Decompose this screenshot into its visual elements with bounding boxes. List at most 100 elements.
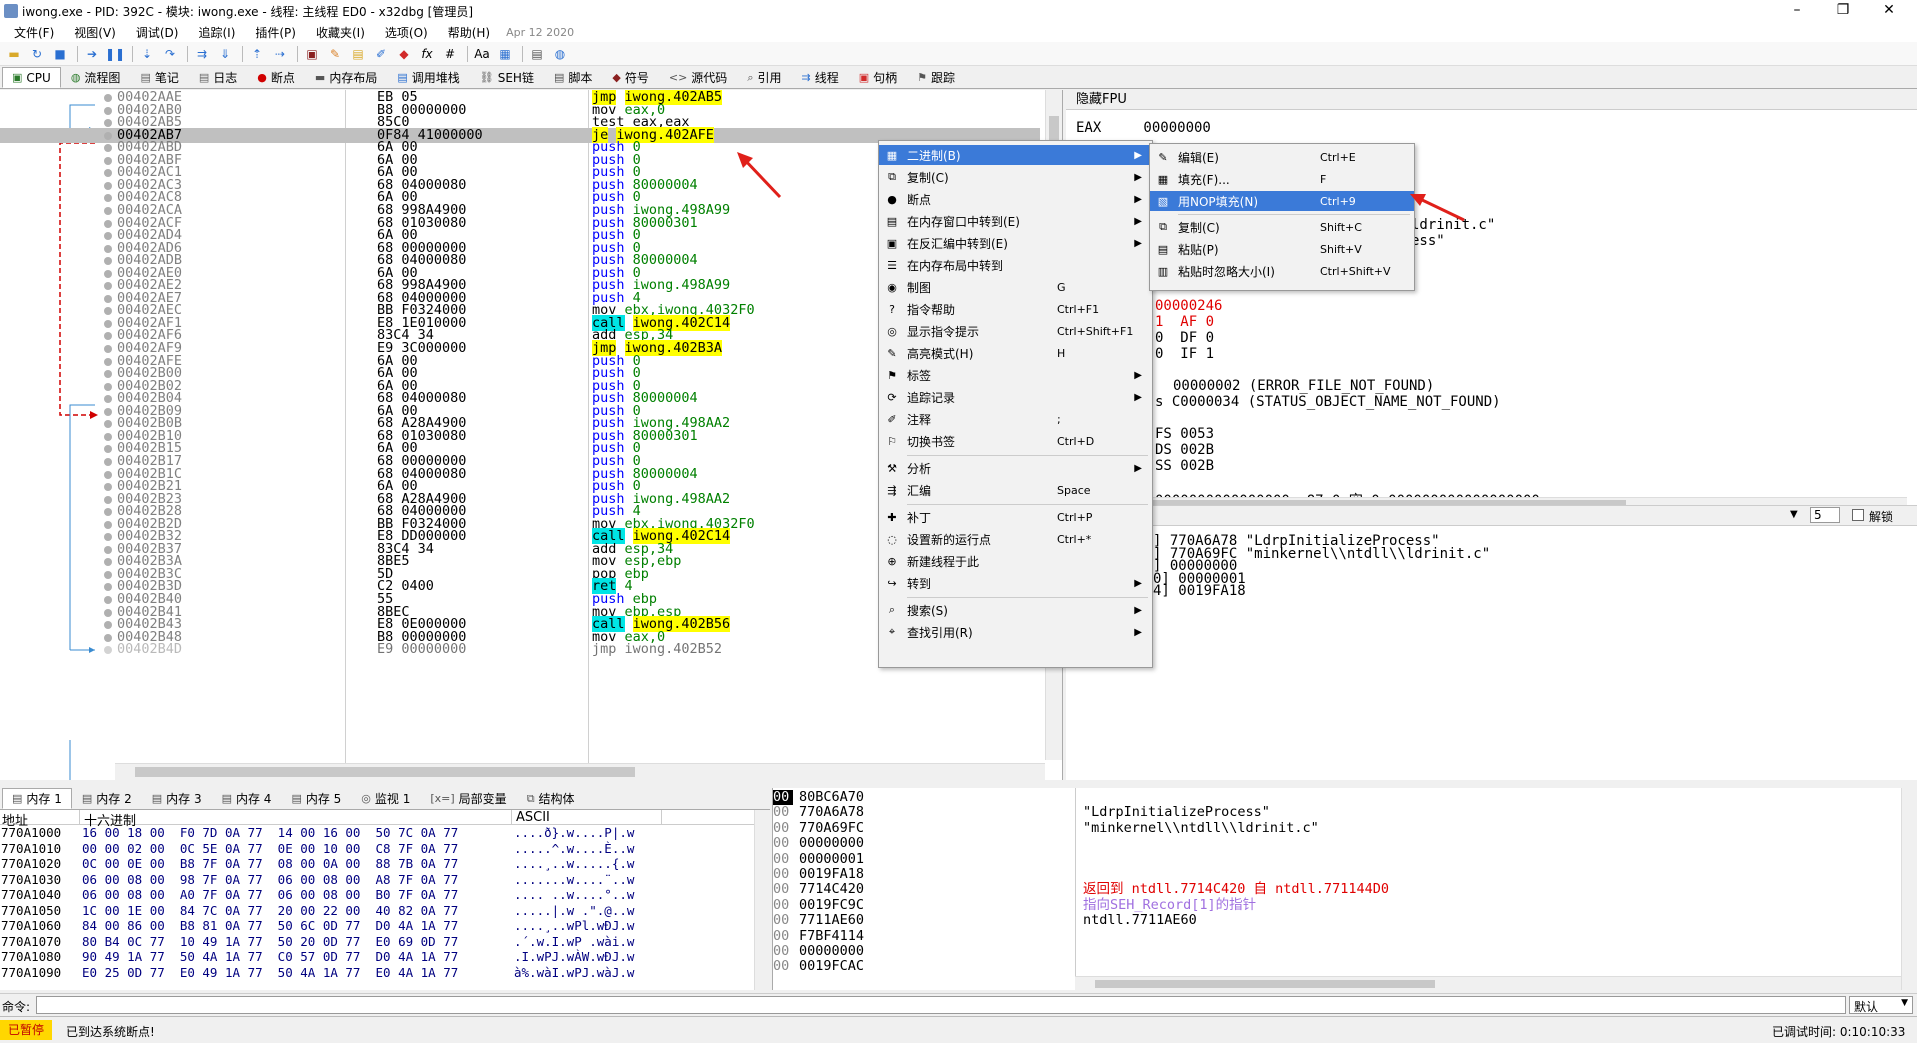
breakpoint-dot[interactable] — [104, 370, 112, 378]
context-item-8[interactable]: ◎ 显示指令提示 Ctrl+Shift+F1 — [879, 321, 1152, 341]
fpu-toggle[interactable]: 隐藏FPU — [1066, 90, 1917, 110]
breakpoint-dot[interactable] — [104, 533, 112, 541]
context-item-13[interactable]: ⚐ 切换书签 Ctrl+D — [879, 431, 1152, 451]
close-button[interactable]: ✕ — [1866, 0, 1912, 22]
breakpoint-dot[interactable] — [104, 245, 112, 253]
breakpoint-dot[interactable] — [104, 408, 112, 416]
breakpoint-dot[interactable] — [104, 220, 112, 228]
breakpoint-dot[interactable] — [104, 558, 112, 566]
eax-register[interactable]: EAX 00000000 — [1076, 120, 1211, 136]
context-item-1[interactable]: ⧉ 复制(C) ▶ — [879, 167, 1152, 187]
stack-hscrollbar[interactable] — [1075, 976, 1901, 990]
trace-over-icon[interactable]: ⇓ — [215, 45, 235, 63]
breakpoint-dot[interactable] — [104, 295, 112, 303]
menu-item-6[interactable]: 选项(O) — [375, 24, 438, 41]
settings-icon[interactable]: ▤ — [527, 45, 547, 63]
breakpoint-dot[interactable] — [104, 345, 112, 353]
context-item-18[interactable]: ⊕ 新建线程于此 — [879, 551, 1152, 571]
stack-vscrollbar[interactable] — [1901, 788, 1917, 990]
ss-register[interactable]: SS 002B — [1155, 458, 1214, 474]
col-hex[interactable]: 十六进制 — [80, 810, 512, 829]
submenu-item-4[interactable]: ▤ 粘贴(P) Shift+V — [1150, 239, 1414, 259]
maximize-button[interactable]: ❐ — [1820, 0, 1866, 22]
breakpoint-dot[interactable] — [104, 433, 112, 441]
breakpoint-dot[interactable] — [104, 257, 112, 265]
context-item-12[interactable]: ✐ 注释; — [879, 409, 1152, 429]
dump-tab-1[interactable]: ▤ 内存 2 — [72, 788, 142, 809]
context-item-0[interactable]: ▦ 二进制(B) ▶ — [879, 145, 1152, 165]
font-icon[interactable]: Aa — [472, 45, 492, 63]
breakpoint-dot[interactable] — [104, 609, 112, 617]
breakpoint-dot[interactable] — [104, 521, 112, 529]
submenu-item-1[interactable]: ▦ 填充(F)... F — [1150, 169, 1414, 189]
tab-7[interactable]: ⛓ SEH链 — [470, 67, 544, 88]
context-item-11[interactable]: ⟳ 追踪记录 ▶ — [879, 387, 1152, 407]
submenu-item-5[interactable]: ▥ 粘贴时忽略大小(I) Ctrl+Shift+V — [1150, 261, 1414, 281]
label-icon[interactable]: ✐ — [371, 45, 391, 63]
command-type-select[interactable]: 默认 ▼ — [1849, 996, 1913, 1014]
context-item-17[interactable]: ◌ 设置新的运行点 Ctrl+* — [879, 529, 1152, 549]
col-ascii[interactable]: ASCII — [512, 810, 662, 825]
context-item-21[interactable]: ⌖ 查找引用(R) ▶ — [879, 622, 1152, 642]
menu-item-1[interactable]: 视图(V) — [64, 24, 126, 41]
tab-11[interactable]: ⌕ 引用 — [737, 67, 791, 88]
flag-row-3[interactable]: 0 IF 1 — [1155, 346, 1214, 362]
flag-row-2[interactable]: 0 DF 0 — [1155, 330, 1214, 346]
breakpoint-dot[interactable] — [104, 307, 112, 315]
submenu-item-2[interactable]: ▧ 用NOP填充(N) Ctrl+9 — [1150, 191, 1414, 211]
ds-register[interactable]: DS 002B — [1155, 442, 1214, 458]
globe-icon[interactable]: ◍ — [550, 45, 570, 63]
call-arg-row[interactable]: 4] 0019FA18 — [1153, 583, 1246, 599]
stack-view[interactable]: 00 80BC6A70 00 770A6A78 "LdrpInitializeProce… — [772, 788, 1917, 990]
breakpoint-dot[interactable] — [104, 119, 112, 127]
comment-icon[interactable]: ▤ — [348, 45, 368, 63]
breakpoint-dot[interactable] — [104, 144, 112, 152]
breakpoint-dot[interactable] — [104, 132, 112, 140]
run-icon[interactable]: ➔ — [82, 45, 102, 63]
context-item-5[interactable]: ☰ 在内存布局中转到 — [879, 255, 1152, 275]
eflags-value[interactable]: 00000246 — [1155, 298, 1222, 314]
breakpoint-dot[interactable] — [104, 320, 112, 328]
step-into-icon[interactable]: ⇣ — [137, 45, 157, 63]
menu-item-0[interactable]: 文件(F) — [4, 24, 64, 41]
breakpoint-dot[interactable] — [104, 332, 112, 340]
breakpoint-dot[interactable] — [104, 583, 112, 591]
function-icon[interactable]: fx — [417, 45, 437, 63]
bookmark-icon[interactable]: ◆ — [394, 45, 414, 63]
step-over-icon[interactable]: ↷ — [160, 45, 180, 63]
unlock-checkbox[interactable] — [1852, 509, 1864, 521]
breakpoint-dot[interactable] — [104, 496, 112, 504]
breakpoint-dot[interactable] — [104, 483, 112, 491]
breakpoint-dot[interactable] — [104, 445, 112, 453]
context-item-10[interactable]: ⚑ 标签 ▶ — [879, 365, 1152, 385]
fs-register[interactable]: FS 0053 — [1155, 426, 1214, 442]
dump-tab-5[interactable]: ◎ 监视 1 — [351, 788, 420, 809]
flag-row-1[interactable]: 1 AF 0 — [1155, 314, 1214, 330]
breakpoint-dot[interactable] — [104, 182, 112, 190]
dump-tab-4[interactable]: ▤ 内存 5 — [281, 788, 351, 809]
chevron-down-icon[interactable]: ▼ — [1790, 509, 1798, 520]
disasm-hscrollbar[interactable] — [115, 763, 1045, 780]
submenu-item-0[interactable]: ✎ 编辑(E) Ctrl+E — [1150, 147, 1414, 167]
dump-tab-3[interactable]: ▤ 内存 4 — [212, 788, 282, 809]
tab-2[interactable]: ▤ 笔记 — [130, 67, 188, 88]
breakpoint-dot[interactable] — [104, 207, 112, 215]
breakpoint-dot[interactable] — [104, 107, 112, 115]
context-item-4[interactable]: ▣ 在反汇编中转到(E) ▶ — [879, 233, 1152, 253]
breakpoint-dot[interactable] — [104, 194, 112, 202]
tab-4[interactable]: ● 断点 — [247, 67, 305, 88]
pause-icon[interactable]: ❚❚ — [105, 45, 125, 63]
tab-13[interactable]: ▣ 句柄 — [849, 67, 907, 88]
breakpoint-dot[interactable] — [104, 508, 112, 516]
call-arguments-view[interactable]: ] 770A6A78 "LdrpInitializeProcess"] 770A… — [1066, 525, 1917, 780]
breakpoint-dot[interactable] — [104, 270, 112, 278]
tab-8[interactable]: ▤ 脚本 — [544, 67, 602, 88]
run-to-user-code-icon[interactable]: ⇢ — [270, 45, 290, 63]
arg-count-spinner[interactable]: 5 — [1810, 507, 1840, 523]
tab-12[interactable]: ⇉ 线程 — [792, 67, 849, 88]
breakpoint-dot[interactable] — [104, 546, 112, 554]
menu-item-4[interactable]: 插件(P) — [245, 24, 306, 41]
tab-6[interactable]: ▤ 调用堆栈 — [387, 67, 469, 88]
breakpoint-dot[interactable] — [104, 621, 112, 629]
breakpoint-dot[interactable] — [104, 571, 112, 579]
